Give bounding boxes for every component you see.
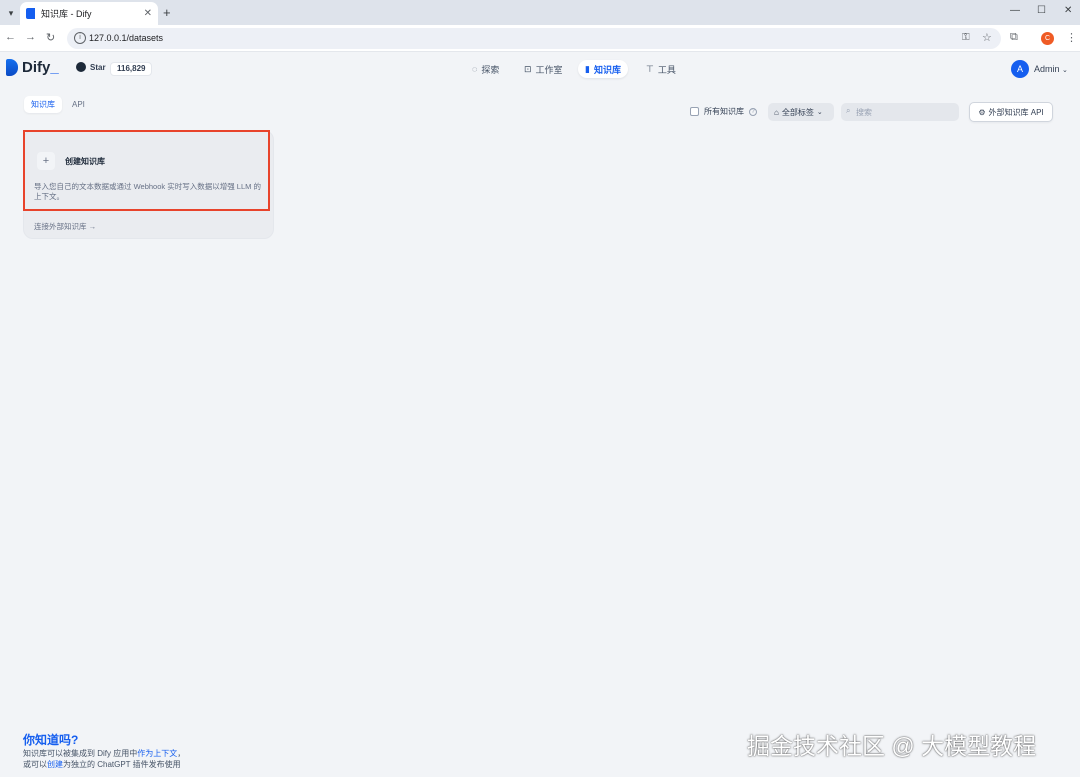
nav-tools-label: 工具 bbox=[657, 64, 676, 75]
site-info-icon[interactable]: i bbox=[74, 32, 86, 44]
tip-create-link[interactable]: 创建 bbox=[47, 760, 63, 769]
user-name: Admin bbox=[1034, 64, 1060, 74]
all-knowledge-label: 所有知识库 bbox=[704, 107, 744, 116]
reload-icon[interactable]: ↻ bbox=[46, 31, 55, 44]
external-api-label: 外部知识库 API bbox=[988, 107, 1044, 117]
tag-filter-dropdown[interactable]: ⌂ 全部标签 ⌄ bbox=[768, 103, 834, 121]
nav-tools[interactable]: ⊤ 工具 bbox=[639, 60, 683, 78]
forward-icon[interactable]: → bbox=[25, 31, 36, 43]
book-icon: ▮ bbox=[585, 63, 590, 74]
watermark: 掘金技术社区 @ 大模型教程 bbox=[747, 733, 1037, 759]
extensions-icon[interactable]: ⧉ bbox=[1010, 31, 1018, 44]
profile-avatar[interactable]: C bbox=[1041, 32, 1054, 45]
new-tab-icon[interactable]: + bbox=[163, 5, 171, 20]
star-count-badge[interactable]: 116,829 bbox=[110, 62, 153, 76]
all-knowledge-filter[interactable]: 所有知识库 ? bbox=[690, 106, 757, 117]
browser-toolbar: ← → ↻ i 127.0.0.1/datasets ⚿ ☆ ⧉ C ⋮ bbox=[0, 25, 1080, 52]
tip-context-link[interactable]: 作为上下文 bbox=[137, 749, 177, 758]
dify-logo-mark bbox=[6, 59, 18, 76]
question-icon[interactable]: ? bbox=[749, 107, 757, 116]
back-icon[interactable]: ← bbox=[5, 31, 16, 43]
tab-close-icon[interactable]: ✕ bbox=[144, 8, 152, 19]
tip-title: 你知道吗? bbox=[23, 733, 79, 747]
github-icon bbox=[76, 62, 86, 72]
github-star-button[interactable]: Star bbox=[76, 62, 106, 72]
user-avatar[interactable]: A bbox=[1011, 60, 1029, 78]
chevron-down-icon: ⌄ bbox=[816, 109, 823, 116]
logo-text: Dify_ bbox=[22, 59, 59, 76]
browser-menu-icon[interactable]: ⋮ bbox=[1066, 31, 1077, 44]
search-input[interactable] bbox=[841, 103, 959, 121]
password-key-icon[interactable]: ⚿ bbox=[962, 32, 970, 43]
search-icon: ⌕ bbox=[846, 106, 851, 115]
tab-api[interactable]: API bbox=[65, 96, 92, 113]
nav-knowledge-label: 知识库 bbox=[593, 64, 621, 75]
compass-icon: ◌ bbox=[472, 64, 478, 74]
github-star-label: Star bbox=[90, 62, 106, 72]
external-knowledge-api-button[interactable]: ⚙ 外部知识库 API bbox=[969, 102, 1053, 122]
arrow-right-icon: → bbox=[88, 222, 97, 231]
close-window-icon[interactable]: ✕ bbox=[1064, 5, 1072, 16]
tag-icon: ⌂ bbox=[774, 107, 779, 117]
chevron-down-icon: ⌄ bbox=[1062, 67, 1068, 74]
browser-tab[interactable]: 知识库 - Dify ✕ bbox=[20, 2, 158, 25]
address-bar[interactable]: i 127.0.0.1/datasets ⚿ ☆ bbox=[67, 28, 1001, 49]
dify-favicon-icon bbox=[26, 8, 35, 19]
connect-external-knowledge-link[interactable]: 连接外部知识库 → bbox=[34, 221, 96, 232]
minimize-icon[interactable]: — bbox=[1010, 5, 1020, 16]
hammer-icon: ⊤ bbox=[646, 63, 654, 74]
url-text[interactable]: 127.0.0.1/datasets bbox=[89, 33, 163, 43]
tab-search-icon[interactable]: ▾ bbox=[4, 6, 18, 20]
nav-explore[interactable]: ◌ 探索 bbox=[465, 60, 506, 78]
gear-icon: ⚙ bbox=[978, 107, 986, 117]
tag-filter-label: 全部标签 bbox=[781, 107, 814, 117]
browser-tabstrip: ▾ 知识库 - Dify ✕ + — ☐ ✕ bbox=[0, 0, 1080, 25]
all-knowledge-checkbox[interactable] bbox=[690, 107, 699, 116]
robot-icon: ⊡ bbox=[524, 63, 532, 74]
annotation-highlight-box bbox=[23, 130, 270, 211]
dify-logo[interactable]: Dify_ bbox=[6, 59, 59, 76]
nav-studio-label: 工作室 bbox=[535, 64, 563, 75]
tip-line-2: 或可以创建为独立的 ChatGPT 插件发布使用 bbox=[23, 760, 181, 769]
maximize-icon[interactable]: ☐ bbox=[1037, 5, 1046, 16]
nav-explore-label: 探索 bbox=[481, 64, 500, 75]
nav-studio[interactable]: ⊡ 工作室 bbox=[517, 60, 570, 78]
app-header: Dify_ Star 116,829 ◌ 探索 ⊡ 工作室 ▮ 知识库 ⊤ 工具 A A… bbox=[0, 53, 1080, 86]
user-menu[interactable]: Admin ⌄ bbox=[1034, 64, 1068, 74]
tip-line-1: 知识库可以被集成到 Dify 应用中作为上下文， bbox=[23, 749, 186, 758]
tab-knowledge[interactable]: 知识库 bbox=[24, 96, 62, 113]
connect-external-label: 连接外部知识库 bbox=[34, 222, 87, 231]
tab-title: 知识库 - Dify bbox=[41, 9, 92, 19]
bookmark-star-icon[interactable]: ☆ bbox=[982, 31, 992, 44]
nav-knowledge[interactable]: ▮ 知识库 bbox=[578, 60, 628, 78]
